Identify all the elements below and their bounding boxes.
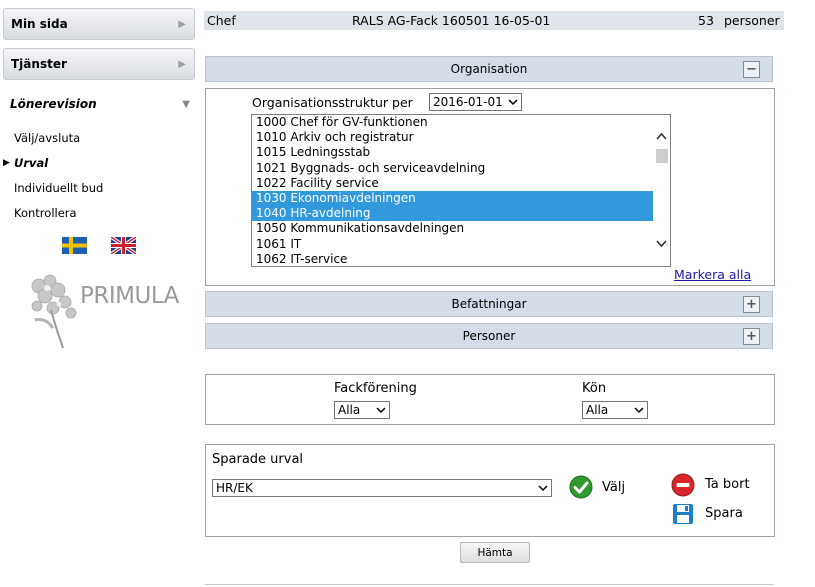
checkmark-icon[interactable] [569, 475, 593, 499]
tjanster-button[interactable]: Tjänster ▶ [3, 48, 195, 80]
organisation-title: Organisation [450, 62, 528, 76]
info-bar: Chef RALS AG-Fack 160501 16-05-01 53 per… [204, 11, 784, 30]
org-item-1010[interactable]: 1010 Arkiv och registratur [252, 130, 654, 145]
lonerevision-title: Lönerevision [10, 97, 97, 111]
sidebar-link-label: Välj/avsluta [14, 131, 81, 145]
fackforening-value: Alla [338, 403, 361, 417]
collapse-icon[interactable]: − [743, 61, 760, 78]
scroll-down-icon[interactable] [655, 239, 668, 249]
spara-button[interactable]: Spara [705, 506, 743, 521]
sidebar-link-label: Urval [14, 156, 49, 170]
sidebar-link-label: Individuellt bud [14, 181, 104, 195]
sidebar-link-kontrollera[interactable]: Kontrollera [14, 206, 77, 220]
listbox-scrollbar[interactable] [653, 115, 670, 266]
kon-select[interactable]: Alla [582, 401, 648, 419]
hamta-button[interactable]: Hämta [460, 542, 530, 563]
org-item-1030[interactable]: 1030 Ekonomiavdelningen [252, 190, 654, 207]
kon-value: Alla [586, 403, 609, 417]
org-date-value: 2016-01-01 [433, 95, 503, 109]
organisation-listbox[interactable]: 1000 Chef för GV-funktionen 1010 Arkiv o… [251, 114, 671, 267]
chevron-down-icon [634, 407, 644, 414]
save-icon[interactable] [671, 502, 695, 526]
org-item-1000[interactable]: 1000 Chef för GV-funktionen [252, 115, 654, 130]
chevron-down-icon [376, 407, 386, 414]
person-count-unit: personer [724, 13, 780, 28]
expand-icon[interactable]: + [743, 328, 760, 345]
reference-label: RALS AG-Fack 160501 16-05-01 [352, 13, 551, 28]
chevron-down-icon [508, 99, 518, 106]
ta-bort-button[interactable]: Ta bort [705, 477, 750, 492]
min-sida-button[interactable]: Min sida ▶ [3, 8, 195, 40]
tjanster-label: Tjänster [11, 57, 67, 71]
org-structure-label: Organisationsstruktur per [252, 95, 413, 110]
org-date-select[interactable]: 2016-01-01 [429, 93, 522, 111]
uk-flag-icon[interactable] [111, 237, 136, 254]
sidebar-link-label: Kontrollera [14, 206, 77, 220]
org-item-1050[interactable]: 1050 Kommunikationsavdelningen [252, 221, 654, 236]
swedish-flag-icon[interactable] [62, 237, 87, 254]
personer-title: Personer [462, 329, 516, 343]
org-item-1061[interactable]: 1061 IT [252, 237, 654, 252]
org-item-1022[interactable]: 1022 Facility service [252, 176, 654, 191]
role-label: Chef [207, 13, 236, 28]
kon-label: Kön [582, 381, 607, 396]
org-item-1015[interactable]: 1015 Ledningsstab [252, 145, 654, 160]
valj-button[interactable]: Välj [602, 480, 625, 495]
primula-logo-text: PRIMULA [80, 283, 179, 309]
expand-icon[interactable]: + [743, 296, 760, 313]
organisation-accordion-header[interactable]: Organisation − [205, 56, 773, 82]
arrow-right-icon: ▶ [178, 18, 186, 30]
mark-all-link[interactable]: Markera alla [674, 267, 751, 282]
saved-selection-select[interactable]: HR/EK [212, 479, 552, 497]
arrow-down-icon: ▼ [182, 98, 190, 110]
person-count: 53 [698, 13, 714, 28]
befattningar-title: Befattningar [451, 297, 527, 311]
scroll-thumb[interactable] [656, 149, 668, 163]
saved-selections-title: Sparade urval [212, 452, 304, 467]
fackforening-label: Fackförening [334, 381, 417, 396]
divider [205, 584, 774, 585]
arrow-right-icon: ▶ [178, 58, 186, 70]
chevron-down-icon [538, 485, 548, 492]
org-item-1062[interactable]: 1062 IT-service [252, 252, 654, 266]
org-item-1021[interactable]: 1021 Byggnads- och serviceavdelning [252, 161, 654, 176]
personer-accordion-header[interactable]: Personer + [205, 323, 773, 349]
fackforening-select[interactable]: Alla [334, 401, 390, 419]
scroll-up-icon[interactable] [655, 131, 668, 141]
min-sida-label: Min sida [11, 17, 68, 31]
sidebar-link-individuellt-bud[interactable]: Individuellt bud [14, 181, 103, 195]
org-item-1040[interactable]: 1040 HR-avdelning [252, 206, 654, 222]
befattningar-accordion-header[interactable]: Befattningar + [205, 291, 773, 317]
saved-selection-value: HR/EK [216, 481, 253, 495]
sidebar-link-valj-avsluta[interactable]: Välj/avsluta [14, 131, 80, 145]
sidebar-link-urval[interactable]: ▶ Urval [3, 156, 49, 170]
delete-icon[interactable] [671, 473, 695, 497]
lonerevision-section-header[interactable]: Lönerevision ▼ [10, 97, 190, 111]
current-page-marker-icon: ▶ [3, 158, 10, 168]
filters-panel [205, 374, 775, 425]
